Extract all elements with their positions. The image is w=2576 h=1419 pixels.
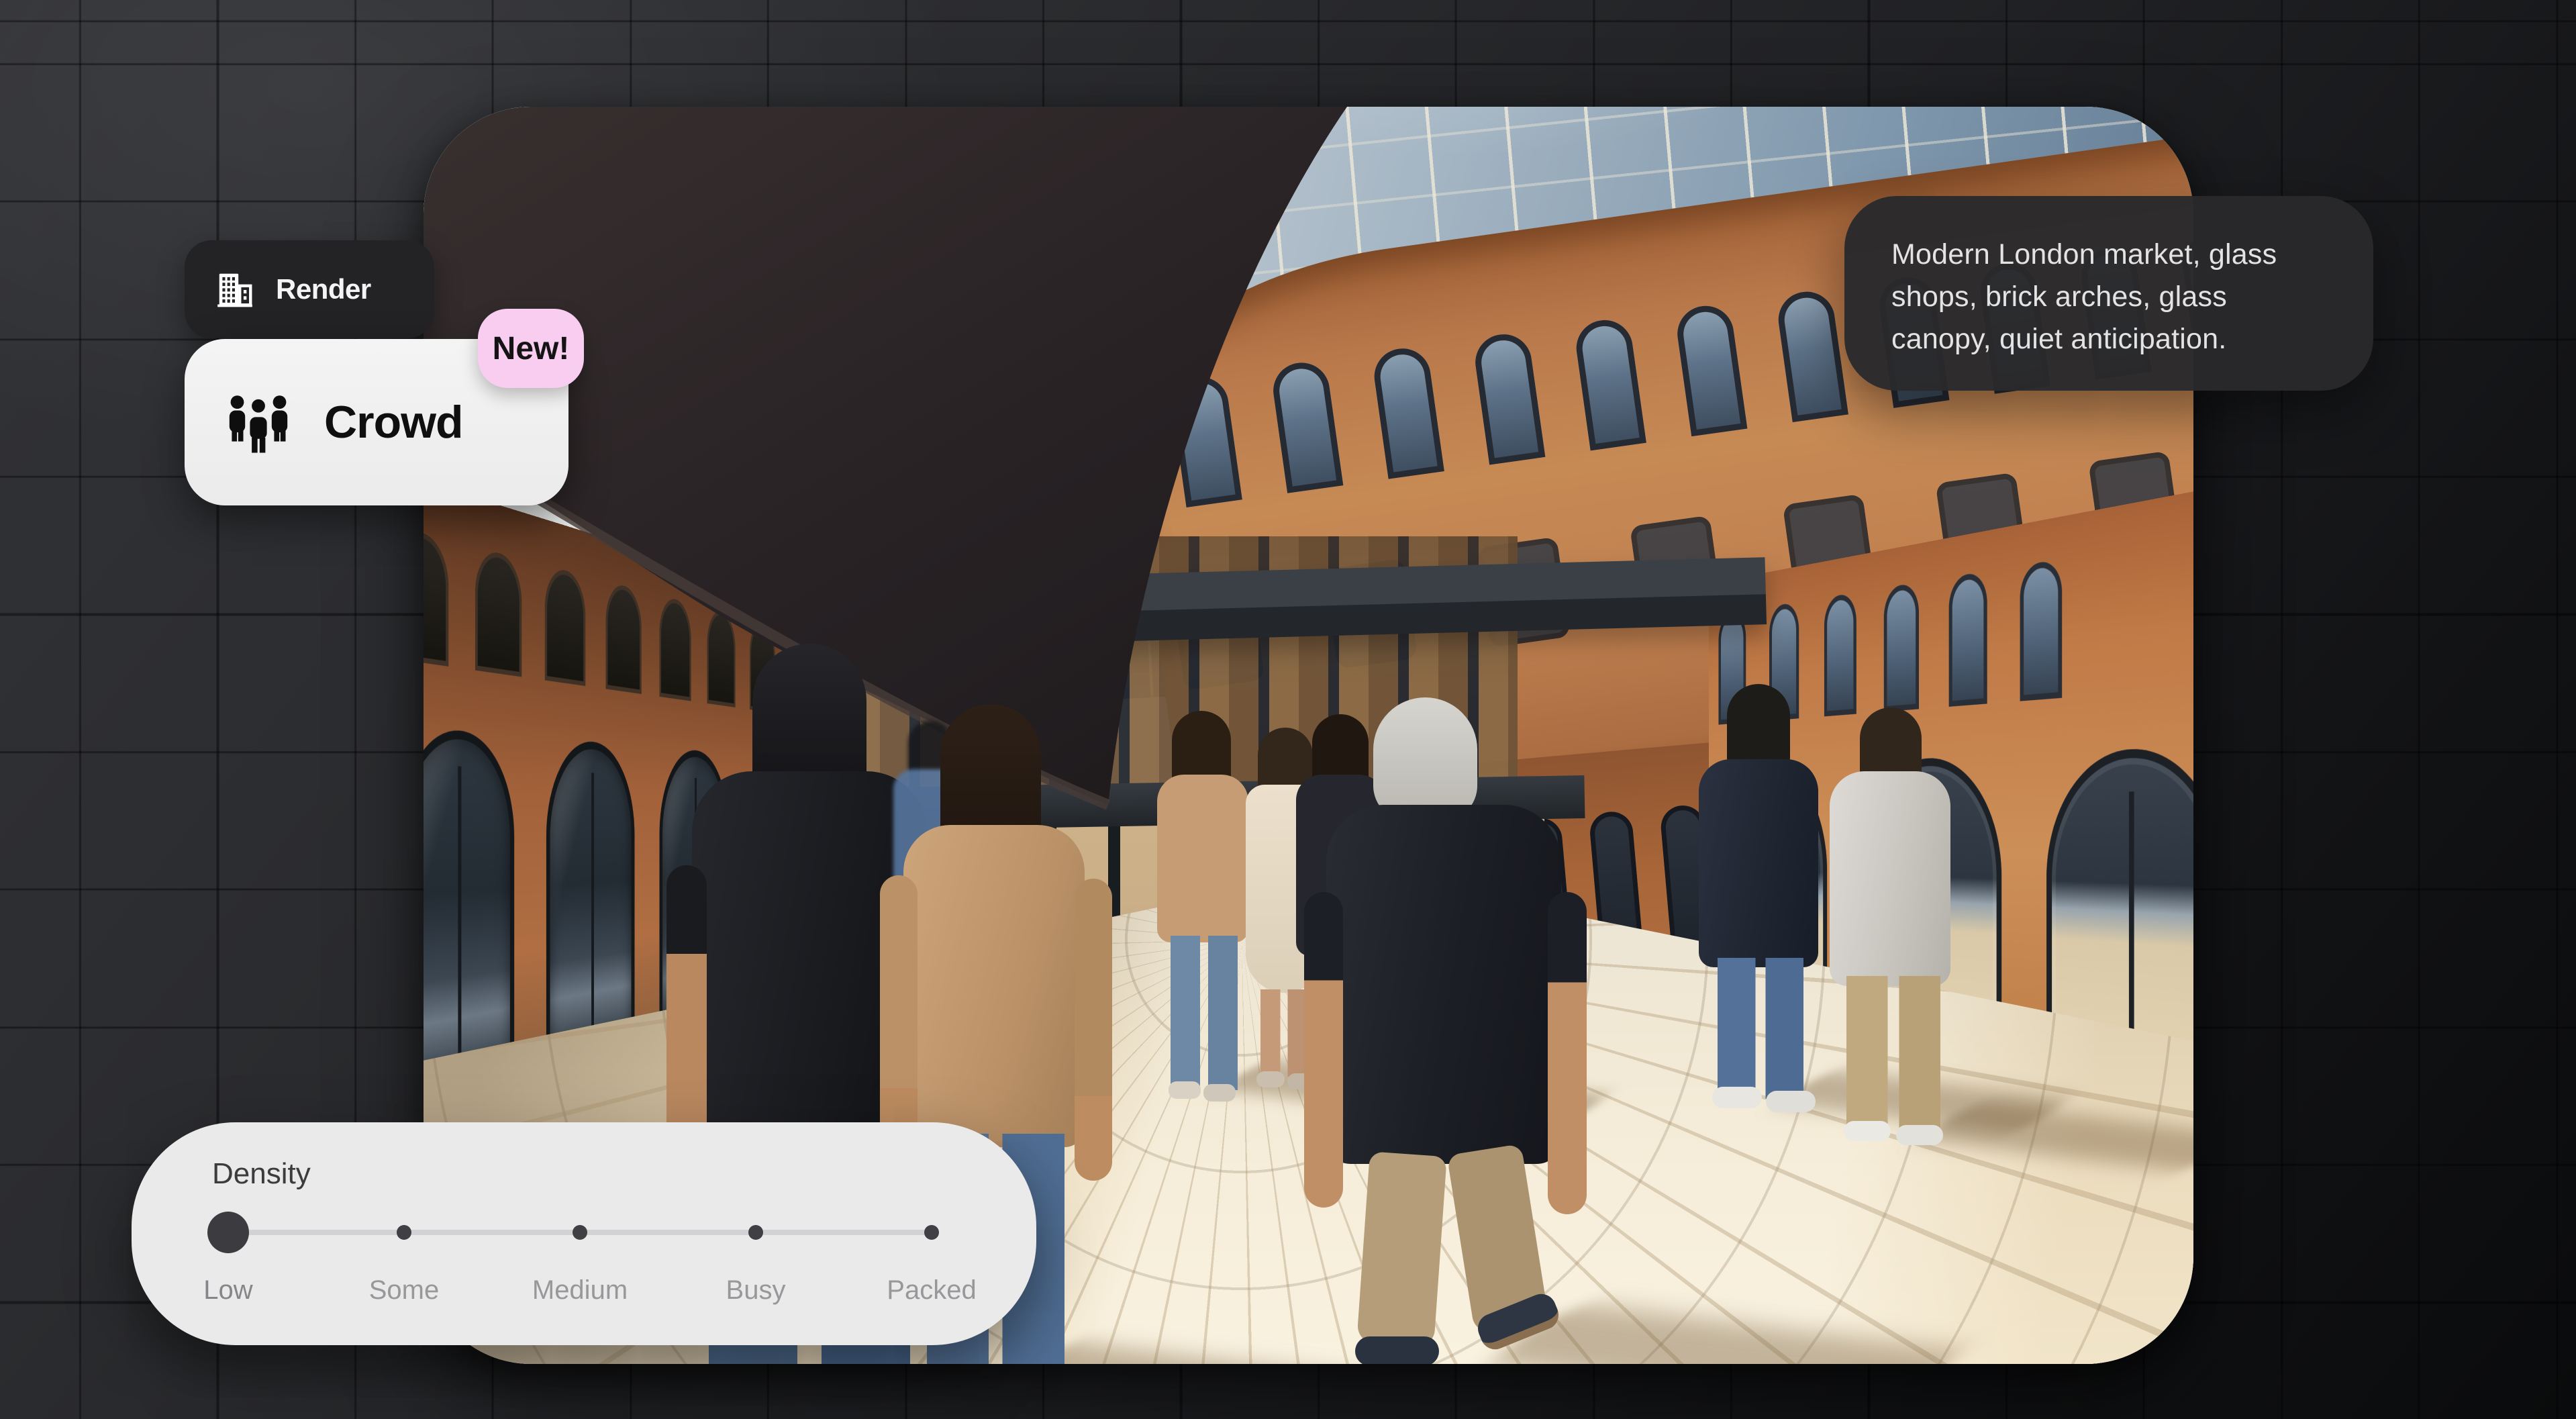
slider-stop-some[interactable] bbox=[397, 1225, 411, 1240]
density-option-busy[interactable]: Busy bbox=[726, 1275, 786, 1306]
person-figure bbox=[1699, 684, 1826, 1120]
crowd-chip-label: Crowd bbox=[324, 396, 463, 448]
density-option-low[interactable]: Low bbox=[203, 1275, 252, 1306]
slider-thumb[interactable] bbox=[207, 1212, 249, 1253]
prompt-text: Modern London market, glass shops, brick… bbox=[1891, 234, 2326, 360]
slider-stop-packed[interactable] bbox=[924, 1225, 939, 1240]
render-chip-label: Render bbox=[276, 273, 371, 305]
person-figure bbox=[1316, 697, 1585, 1364]
new-badge: New! bbox=[478, 309, 584, 388]
slider-stop-medium[interactable] bbox=[573, 1225, 587, 1240]
person-figure bbox=[1826, 707, 1961, 1151]
people-icon bbox=[222, 391, 295, 454]
density-option-some[interactable]: Some bbox=[369, 1275, 440, 1306]
app-canvas: Render Crowd New! Modern London market, … bbox=[0, 0, 2576, 1419]
slider-stop-busy[interactable] bbox=[748, 1225, 763, 1240]
density-slider[interactable]: Low Some Medium Busy Packed bbox=[132, 1122, 1036, 1345]
density-option-packed[interactable]: Packed bbox=[887, 1275, 976, 1306]
building-icon bbox=[214, 268, 256, 310]
density-option-medium[interactable]: Medium bbox=[532, 1275, 628, 1306]
render-chip[interactable]: Render bbox=[185, 240, 434, 338]
prompt-caption[interactable]: Modern London market, glass shops, brick… bbox=[1844, 196, 2373, 391]
density-panel: Density Low Some Medium Busy Packed bbox=[132, 1122, 1036, 1345]
